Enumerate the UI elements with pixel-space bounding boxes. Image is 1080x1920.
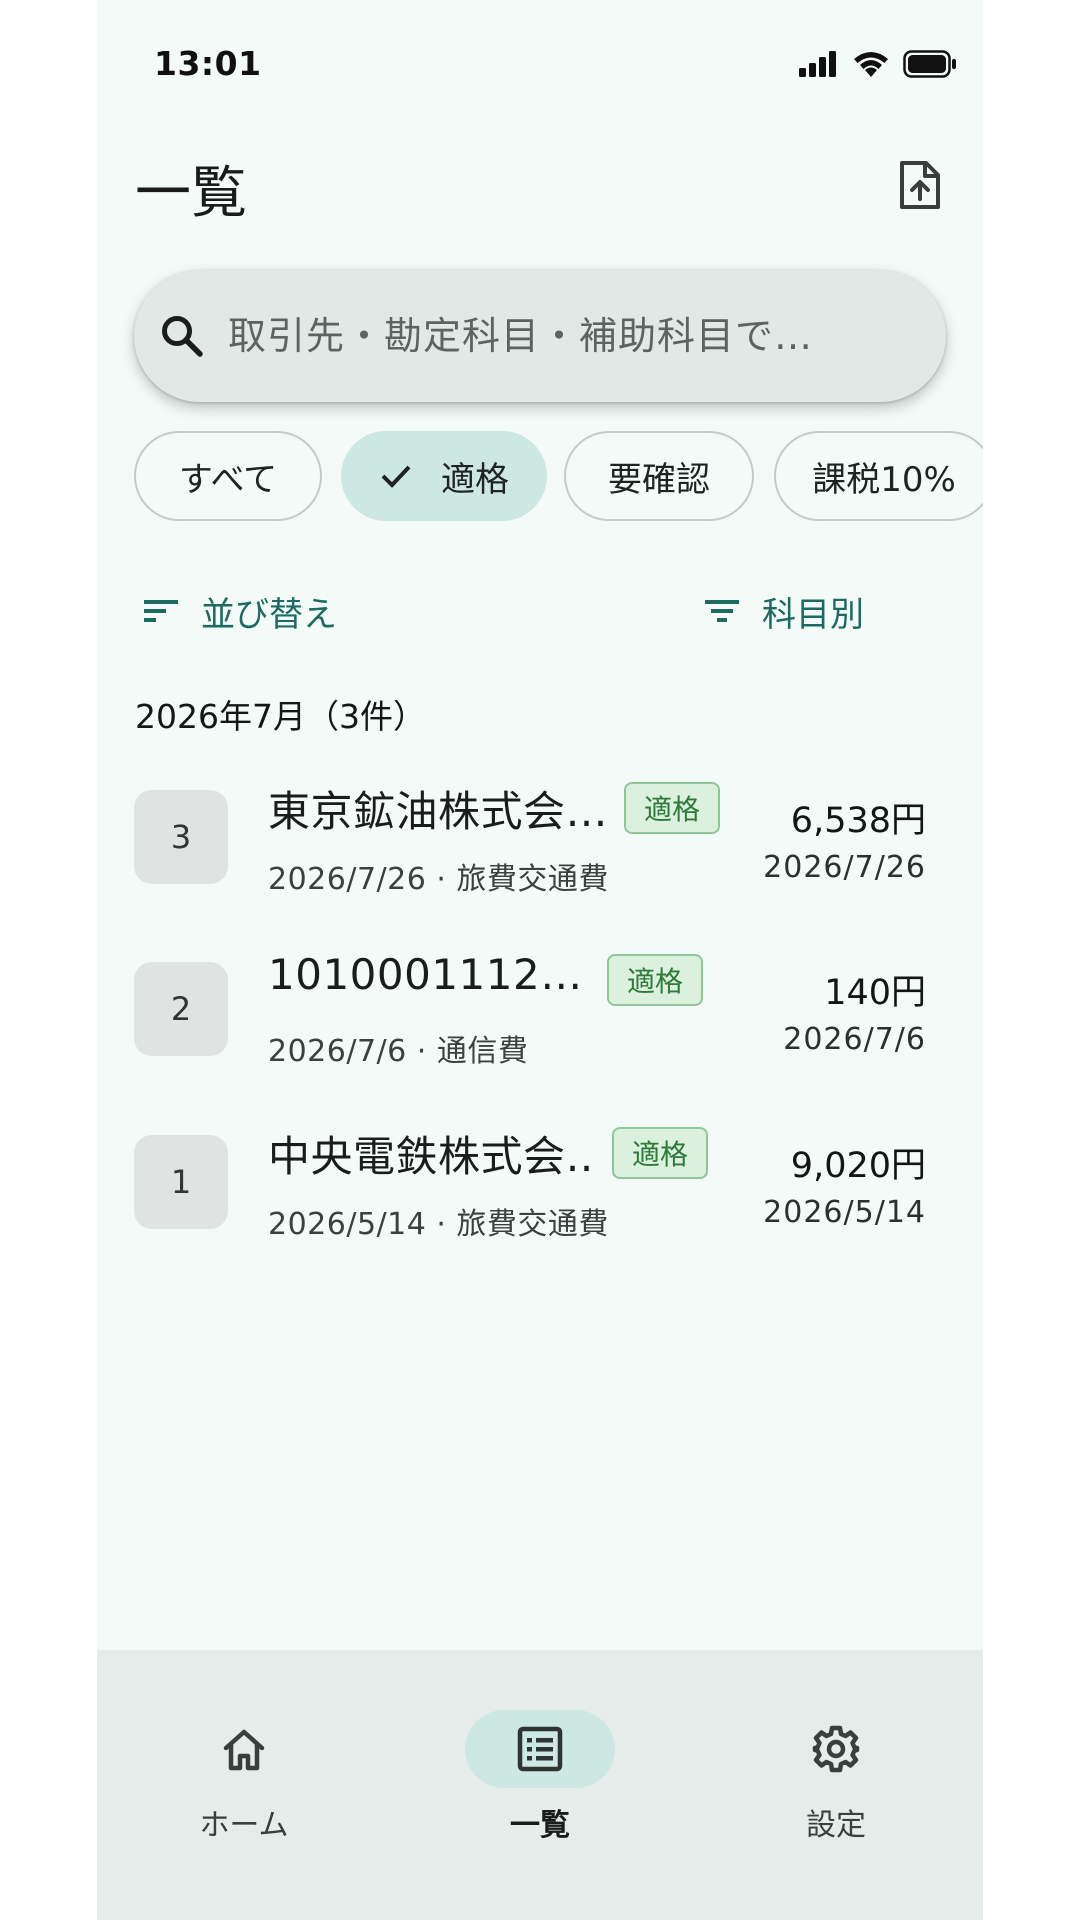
status-bar: 13:01 — [97, 0, 983, 128]
item-name: 1010001112577 — [268, 950, 598, 999]
battery-icon — [903, 50, 956, 78]
item-amount: 140円 — [824, 973, 926, 1013]
chip-label: 要確認 — [608, 459, 710, 500]
search-icon — [162, 316, 203, 357]
list-icon — [517, 1726, 563, 1772]
item-name: 中央電鉄株式会‥ — [268, 1132, 595, 1181]
group-header: 2026年7月（3件） — [135, 697, 426, 736]
nav-label: 一覧 — [510, 1808, 570, 1843]
home-icon — [223, 1729, 265, 1771]
nav-settings[interactable]: 設定 — [736, 1680, 936, 1843]
sort-button[interactable]: 並び替え — [143, 585, 337, 637]
item-subtitle: 2026/7/6 · 通信費 — [268, 1034, 529, 1069]
qualified-badge: 適格 — [607, 954, 704, 1006]
export-file-button[interactable] — [887, 152, 953, 218]
sort-icon — [144, 600, 178, 622]
qualified-badge: 適格 — [624, 782, 721, 834]
nav-label: ホーム — [199, 1808, 289, 1843]
file-upload-icon — [900, 161, 940, 209]
status-icons — [799, 50, 957, 78]
nav-pill — [465, 1710, 615, 1788]
nav-list[interactable]: 一覧 — [440, 1680, 640, 1843]
item-subtitle: 2026/5/14 · 旅費交通費 — [268, 1207, 609, 1242]
signal-icon — [799, 51, 836, 77]
search-bar[interactable] — [134, 270, 946, 402]
item-subtitle: 2026/7/26 · 旅費交通費 — [268, 862, 609, 897]
item-amount: 9,020円 — [790, 1146, 926, 1186]
phone-screen: 13:01 一覧 取引先・勘定科目・補助科目で… すべて 適格 要確認 課税10… — [97, 0, 983, 1920]
index-badge: 2 — [134, 962, 228, 1056]
status-time: 13:01 — [154, 44, 262, 83]
filter-by-account-button[interactable]: 科目別 — [704, 585, 864, 637]
page-title: 一覧 — [135, 161, 247, 226]
check-icon — [381, 465, 411, 488]
item-amount: 6,538円 — [790, 801, 926, 841]
item-date: 2026/5/14 — [763, 1195, 926, 1230]
list-item[interactable]: 3 東京鉱油株式会… 適格 2026/7/26 · 旅費交通費 6,538円 2… — [97, 770, 983, 920]
sort-label: 並び替え — [201, 594, 337, 635]
qualified-badge: 適格 — [612, 1127, 709, 1179]
item-date: 2026/7/6 — [783, 1022, 926, 1057]
nav-label: 設定 — [806, 1808, 866, 1843]
list-item[interactable]: 2 1010001112577 適格 2026/7/6 · 通信費 140円 2… — [97, 942, 983, 1092]
list-item[interactable]: 1 中央電鉄株式会‥ 適格 2026/5/14 · 旅費交通費 9,020円 2… — [97, 1115, 983, 1265]
nav-pill — [169, 1710, 319, 1788]
nav-home[interactable]: ホーム — [144, 1680, 344, 1843]
chip-label: 課税10% — [812, 459, 956, 500]
bottom-navigation: ホーム 一覧 設定 — [97, 1650, 983, 1920]
chip-label: すべて — [178, 459, 278, 500]
wifi-icon — [854, 52, 888, 77]
chip-qualified[interactable]: 適格 — [341, 431, 547, 521]
chip-label: 適格 — [441, 459, 509, 500]
item-date: 2026/7/26 — [763, 850, 926, 885]
gear-icon — [812, 1725, 860, 1773]
chip-needs-review[interactable]: 要確認 — [564, 431, 754, 521]
item-name: 東京鉱油株式会… — [268, 787, 608, 836]
chip-taxed-10[interactable]: 課税10% — [774, 431, 983, 521]
nav-pill — [761, 1710, 911, 1788]
chip-all[interactable]: すべて — [134, 431, 322, 521]
index-badge: 1 — [134, 1135, 228, 1229]
index-badge: 3 — [134, 790, 228, 884]
filter-label: 科目別 — [762, 594, 864, 635]
filter-icon — [705, 600, 739, 622]
search-input[interactable] — [226, 300, 920, 372]
